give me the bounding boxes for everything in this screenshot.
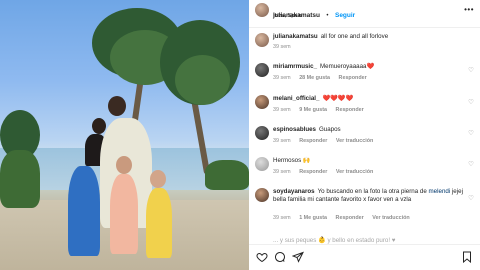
child-head	[116, 156, 132, 174]
like-comment-heart-icon[interactable]: ♡	[468, 129, 474, 137]
like-comment-heart-icon[interactable]: ♡	[468, 98, 474, 106]
comment-text: soydayanaros Yo buscando en la foto la ot…	[273, 188, 465, 204]
caption-body: all for one and all forlove	[320, 33, 389, 40]
like-comment-heart-icon[interactable]: ♡	[468, 194, 474, 202]
comment-time: 39 sem	[273, 75, 291, 81]
comment-item: Hermosos 🙌 39 sem Responder Ver traducci…	[255, 157, 465, 179]
comment-body: ❤️❤️❤️❤️	[322, 95, 354, 102]
more-options-icon[interactable]: •••	[464, 5, 474, 14]
post-header: julianakamatsu • Seguir Ibiza, Spain •••	[249, 0, 480, 28]
caption-meta: 39 sem	[273, 44, 298, 50]
comment-meta: 39 sem 1 Me gusta Responder Ver traducci…	[273, 215, 417, 221]
comment-username[interactable]: miriamrmusic_	[273, 63, 317, 70]
reply-button[interactable]: Responder	[336, 215, 364, 221]
see-translation-link[interactable]: Ver traducción	[336, 169, 373, 175]
comment-text: espinosablues Guapos	[273, 126, 465, 134]
comment-text: miriamrmusic_ Memueroyaaaaa❤️	[273, 63, 465, 71]
tree-foliage	[175, 55, 230, 105]
comment-time: 39 sem	[273, 169, 291, 175]
author-avatar[interactable]	[255, 3, 269, 17]
comment-username[interactable]: espinosablues	[273, 126, 316, 133]
child-figure	[110, 174, 138, 254]
caption-time: 39 sem	[273, 44, 291, 50]
mention-link[interactable]: melendi	[429, 188, 451, 195]
follow-button[interactable]: Seguir	[335, 12, 355, 19]
comment-body: Hermosos 🙌	[273, 157, 311, 164]
comment-icon[interactable]	[274, 251, 286, 263]
heart-icon[interactable]	[256, 251, 268, 263]
likes-count[interactable]: 1 Me gusta	[299, 215, 327, 221]
reply-button[interactable]: Responder	[339, 75, 367, 81]
woman-legs	[68, 166, 100, 256]
bookmark-icon[interactable]	[461, 251, 473, 263]
person-head	[108, 96, 126, 116]
post-photo[interactable]	[0, 0, 249, 270]
person-head	[92, 118, 106, 134]
child-head	[150, 170, 166, 188]
comment-body: Memueroyaaaaa❤️	[320, 63, 375, 70]
post-location[interactable]: Ibiza, Spain	[273, 13, 302, 19]
comment-body: Guapos	[318, 126, 341, 133]
comment-item: melani_official_ ❤️❤️❤️❤️ 39 sem 9 Me gus…	[255, 95, 465, 117]
comment-item: miriamrmusic_ Memueroyaaaaa❤️ 39 sem 28 M…	[255, 63, 465, 85]
comment-meta: 39 sem Responder Ver traducción	[273, 138, 380, 144]
like-comment-heart-icon[interactable]: ♡	[468, 160, 474, 168]
comment-time: 39 sem	[273, 138, 291, 144]
reply-button[interactable]: Responder	[336, 107, 364, 113]
post-actions-bar	[249, 244, 480, 270]
see-translation-link[interactable]: Ver traducción	[372, 215, 409, 221]
post-side-panel: julianakamatsu • Seguir Ibiza, Spain •••…	[249, 0, 480, 270]
comment-meta: 39 sem Responder Ver traducción	[273, 169, 380, 175]
bush	[0, 150, 40, 208]
caption: julianakamatsu all for one and all forlov…	[255, 33, 465, 55]
likes-count[interactable]: 28 Me gusta	[299, 75, 330, 81]
likes-count[interactable]: 9 Me gusta	[299, 107, 327, 113]
child-figure	[146, 188, 172, 258]
comment-username[interactable]: melani_official_	[273, 95, 319, 102]
commenter-avatar[interactable]	[255, 157, 269, 171]
caption-username[interactable]: julianakamatsu	[273, 33, 318, 40]
faded-comment-text: ... y sus peques 👶 y bello en estado pur…	[273, 237, 396, 244]
reply-button[interactable]: Responder	[299, 138, 327, 144]
comment-time: 39 sem	[273, 107, 291, 113]
bush	[205, 160, 249, 190]
comment-item: espinosablues Guapos 39 sem Responder Ver…	[255, 126, 465, 148]
commenter-avatar[interactable]	[255, 126, 269, 140]
comment-time: 39 sem	[273, 215, 291, 221]
comment-text: Hermosos 🙌	[273, 157, 465, 165]
see-translation-link[interactable]: Ver traducción	[336, 138, 373, 144]
caption-text: julianakamatsu all for one and all forlov…	[273, 33, 465, 41]
commenter-avatar[interactable]	[255, 188, 269, 202]
comment-meta: 39 sem 9 Me gusta Responder	[273, 107, 371, 113]
author-avatar[interactable]	[255, 33, 269, 47]
comment-meta: 39 sem 28 Me gusta Responder	[273, 75, 374, 81]
separator-dot: •	[326, 13, 329, 19]
send-icon[interactable]	[292, 251, 304, 263]
like-comment-heart-icon[interactable]: ♡	[468, 66, 474, 74]
reply-button[interactable]: Responder	[299, 169, 327, 175]
comment-item: soydayanaros Yo buscando en la foto la ot…	[255, 188, 465, 232]
comment-username[interactable]: soydayanaros	[273, 188, 315, 195]
commenter-avatar[interactable]	[255, 63, 269, 77]
comment-text: melani_official_ ❤️❤️❤️❤️	[273, 95, 465, 103]
commenter-avatar[interactable]	[255, 95, 269, 109]
comment-body: Yo buscando en la foto la otra pierna de	[317, 188, 427, 195]
